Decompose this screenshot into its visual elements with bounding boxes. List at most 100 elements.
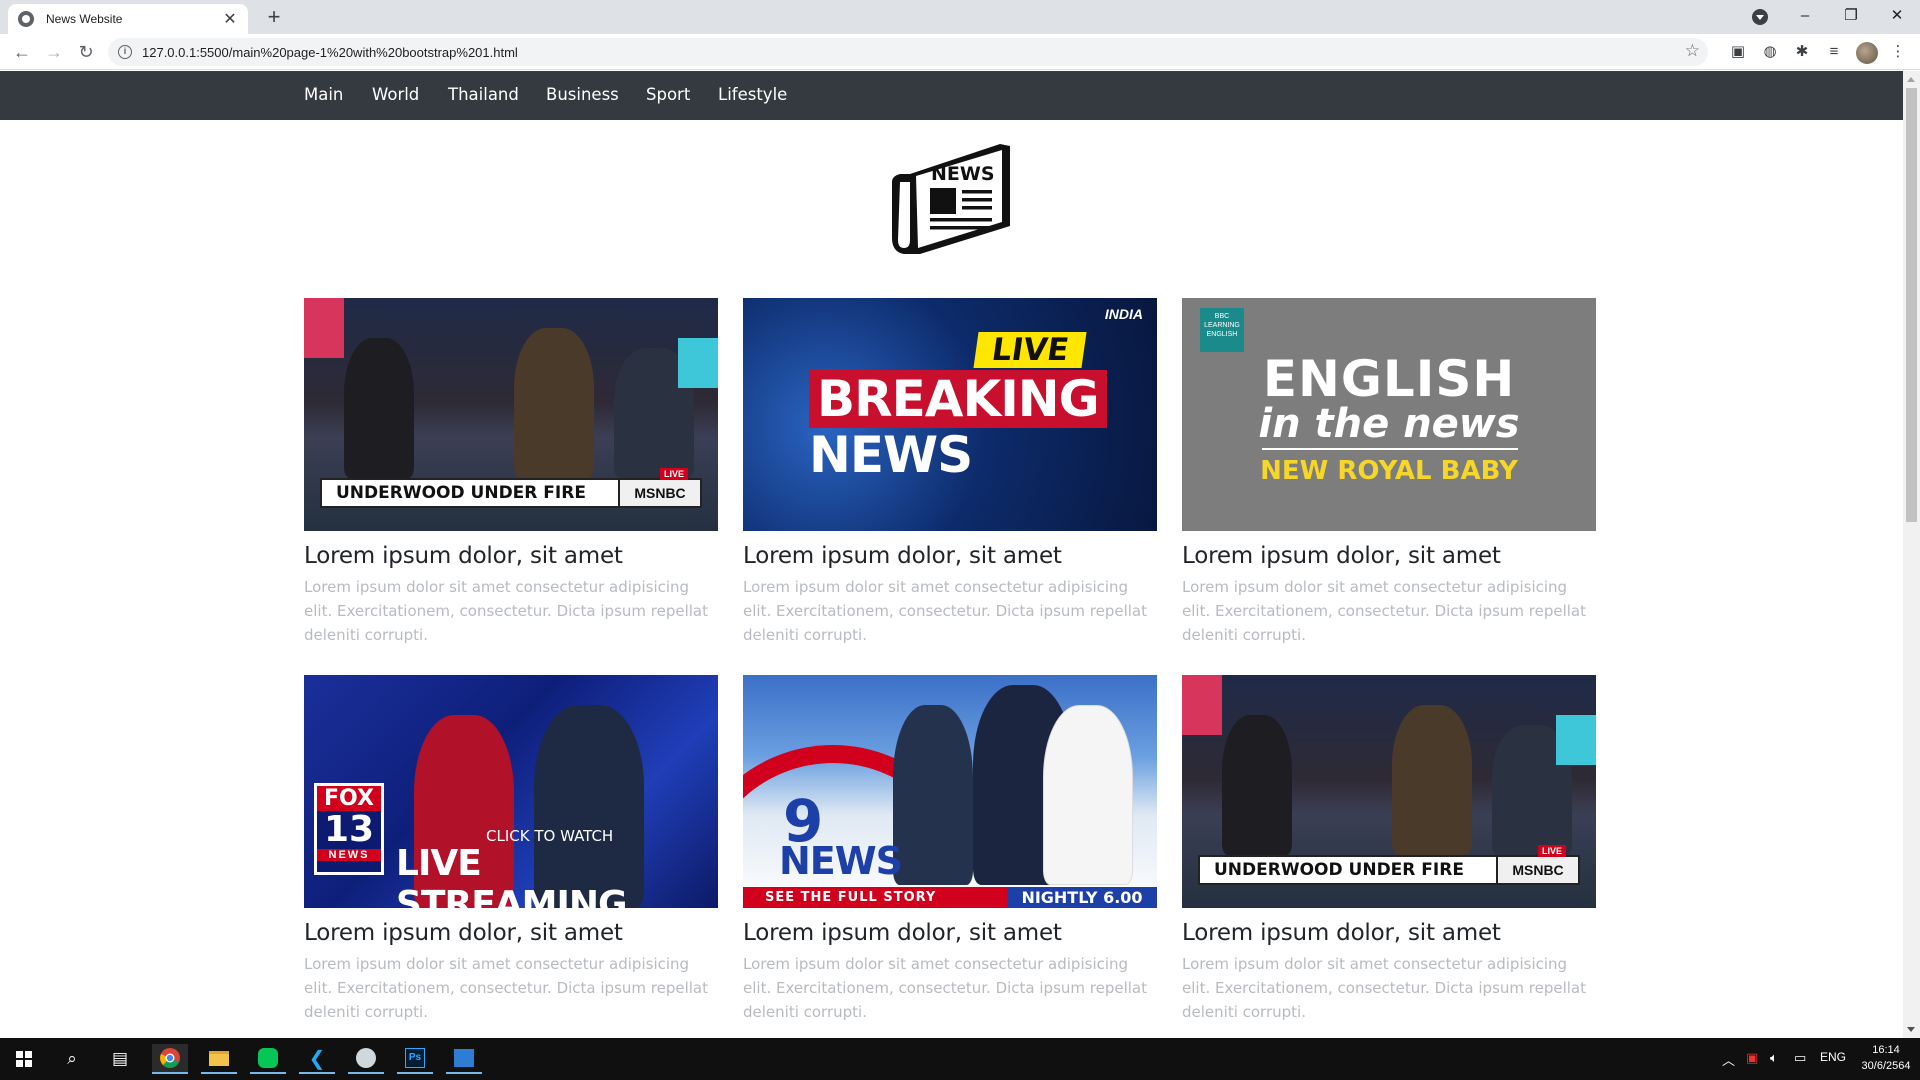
file-explorer-icon[interactable] [201,1044,237,1074]
tab-search-icon[interactable] [1752,9,1768,25]
live-badge: LIVE [1537,845,1566,857]
nav-link-sport[interactable]: Sport [646,85,690,104]
task-view-icon[interactable]: ▤ [102,1044,138,1074]
news-card[interactable]: UNDERWOOD UNDER FIRE MSNBC LIVE Lorem ip… [1182,675,1596,1024]
url-text[interactable]: 127.0.0.1:5500/main%20page-1%20with%20bo… [142,45,518,60]
back-icon[interactable]: ← [10,40,34,64]
nav-link-lifestyle[interactable]: Lifestyle [718,85,787,104]
scroll-down-arrow-icon[interactable] [1907,1027,1915,1032]
card-text: Lorem ipsum dolor sit amet consectetur a… [743,578,1148,644]
lower-third: UNDERWOOD UNDER FIRE MSNBC LIVE [320,468,702,508]
card-text: Lorem ipsum dolor sit amet consectetur a… [304,955,709,1021]
site-navbar: Main World Thailand Business Sport Lifes… [0,71,1903,120]
browser-tab[interactable]: News Website ✕ [8,4,248,34]
photos-app-icon[interactable] [446,1044,482,1074]
tab-title: News Website [46,12,123,26]
news-thumbnail[interactable]: 9 NEWS SEE THE FULL STORY NIGHTLY 6.00 [743,675,1157,908]
news-card[interactable]: INDIA LIVE BREAKING NEWS Lorem ipsum dol… [743,298,1157,647]
nav-link-main[interactable]: Main [304,85,343,104]
card-text: Lorem ipsum dolor sit amet consectetur a… [1182,955,1587,1021]
thumb-headline: UNDERWOOD UNDER FIRE [336,483,586,503]
profile-avatar[interactable] [1856,42,1878,64]
system-clock[interactable]: 16:14 30/6/2564 [1856,1042,1916,1074]
restore-button[interactable]: ❐ [1828,0,1874,34]
fox13-logo: FOX 13 NEWS [314,783,384,875]
security-warning-icon[interactable]: ▣ [1746,1050,1758,1066]
nav-link-thailand[interactable]: Thailand [448,85,519,104]
address-bar[interactable]: i 127.0.0.1:5500/main%20page-1%20with%20… [108,38,1708,66]
search-icon[interactable]: ⌕ [54,1044,90,1074]
live-badge: LIVE [659,468,688,480]
site-info-icon[interactable]: i [118,45,132,59]
window-close-button[interactable]: ✕ [1874,0,1920,34]
news-card[interactable]: 9 NEWS SEE THE FULL STORY NIGHTLY 6.00 L… [743,675,1157,1024]
show-hidden-icons[interactable]: ︿ [1722,1050,1735,1069]
thumb-brand: MSNBC [618,480,700,506]
bookmark-star-icon[interactable]: ☆ [1685,41,1700,61]
news-card[interactable]: BBC LEARNING ENGLISH ENGLISH in the news… [1182,298,1596,647]
menu-kebab-icon[interactable]: ⋮ [1888,42,1908,62]
browser-toolbar: ← → ↻ i 127.0.0.1:5500/main%20page-1%20w… [0,34,1920,70]
thumb-brand: INDIA [1104,306,1143,322]
line-app-icon[interactable] [250,1044,286,1074]
thumb-breaking: BREAKING [809,370,1107,428]
newspaper-logo: NEWS [892,144,1010,254]
vscode-icon[interactable]: ❮ [299,1044,335,1074]
card-text: Lorem ipsum dolor sit amet consectetur a… [743,955,1148,1021]
scroll-thumb[interactable] [1906,88,1917,522]
thumb-news: NEWS [779,839,903,883]
clock-time: 16:14 [1872,1044,1900,1056]
chrome-icon[interactable] [152,1044,188,1074]
reload-icon[interactable]: ↻ [74,40,98,64]
clock-date: 30/6/2564 [1861,1060,1911,1072]
news-thumbnail[interactable]: UNDERWOOD UNDER FIRE MSNBC LIVE [1182,675,1596,908]
new-tab-button[interactable]: + [260,6,288,30]
close-tab-icon[interactable]: ✕ [222,9,238,29]
globe-extension-icon[interactable]: ◍ [1760,42,1780,62]
bbc-badge: BBC LEARNING ENGLISH [1200,308,1244,352]
network-icon[interactable]: ▭ [1794,1050,1806,1066]
language-indicator[interactable]: ENG [1820,1050,1846,1064]
thumb-main-text: ENGLISH [1262,350,1516,408]
news-thumbnail[interactable]: INDIA LIVE BREAKING NEWS [743,298,1157,531]
news-thumbnail[interactable]: BBC LEARNING ENGLISH ENGLISH in the news… [1182,298,1596,531]
windows-taskbar: ⌕ ▤ ❮ Ps ︿ ▣ 🔈︎ ▭ ENG 16:14 30/6/2564 [0,1038,1920,1080]
scroll-up-arrow-icon[interactable] [1907,77,1915,82]
card-text: Lorem ipsum dolor sit amet consectetur a… [304,578,709,644]
card-title[interactable]: Lorem ipsum dolor, sit amet [304,543,718,569]
thumb-headline: UNDERWOOD UNDER FIRE [1214,860,1464,880]
news-thumbnail[interactable]: UNDERWOOD UNDER FIRE MSNBC LIVE [304,298,718,531]
card-title[interactable]: Lorem ipsum dolor, sit amet [304,920,718,946]
page-scrollbar[interactable] [1903,71,1920,1038]
thumb-bottom-bar: SEE THE FULL STORY NIGHTLY 6.00 [743,887,1157,908]
forward-icon[interactable]: → [42,40,66,64]
card-title[interactable]: Lorem ipsum dolor, sit amet [743,543,1157,569]
thumb-brand: MSNBC [1496,857,1578,883]
card-title[interactable]: Lorem ipsum dolor, sit amet [743,920,1157,946]
windows-start-icon[interactable] [6,1044,42,1074]
snipping-tool-icon[interactable] [348,1044,384,1074]
news-card[interactable]: FOX 13 NEWS CLICK TO WATCH LIVE STREAMIN… [304,675,718,1024]
volume-icon[interactable]: 🔈︎ [1770,1050,1778,1066]
photoshop-icon[interactable]: Ps [397,1044,433,1074]
minimize-button[interactable]: – [1782,0,1828,34]
thumb-tag: NEW ROYAL BABY [1260,456,1518,486]
divider [1262,448,1518,450]
tab-strip: News Website ✕ + – ❐ ✕ [0,0,1920,34]
card-text: Lorem ipsum dolor sit amet consectetur a… [1182,578,1587,644]
thumb-live: LIVE [973,332,1087,368]
extensions-puzzle-icon[interactable]: ✱ [1792,42,1812,62]
card-title[interactable]: Lorem ipsum dolor, sit amet [1182,543,1596,569]
news-card[interactable]: UNDERWOOD UNDER FIRE MSNBC LIVE Lorem ip… [304,298,718,647]
nav-link-world[interactable]: World [372,85,419,104]
lower-third: UNDERWOOD UNDER FIRE MSNBC LIVE [1198,845,1580,885]
logo-text: NEWS [931,163,995,185]
card-title[interactable]: Lorem ipsum dolor, sit amet [1182,920,1596,946]
thumb-live-streaming: LIVE STREAMING [396,843,628,908]
reading-list-icon[interactable]: ≡ [1824,42,1844,62]
image-extension-icon[interactable]: ▣ [1728,42,1748,62]
nav-link-business[interactable]: Business [546,85,619,104]
news-thumbnail[interactable]: FOX 13 NEWS CLICK TO WATCH LIVE STREAMIN… [304,675,718,908]
page-viewport: Main World Thailand Business Sport Lifes… [0,71,1903,1038]
globe-icon [18,11,34,27]
